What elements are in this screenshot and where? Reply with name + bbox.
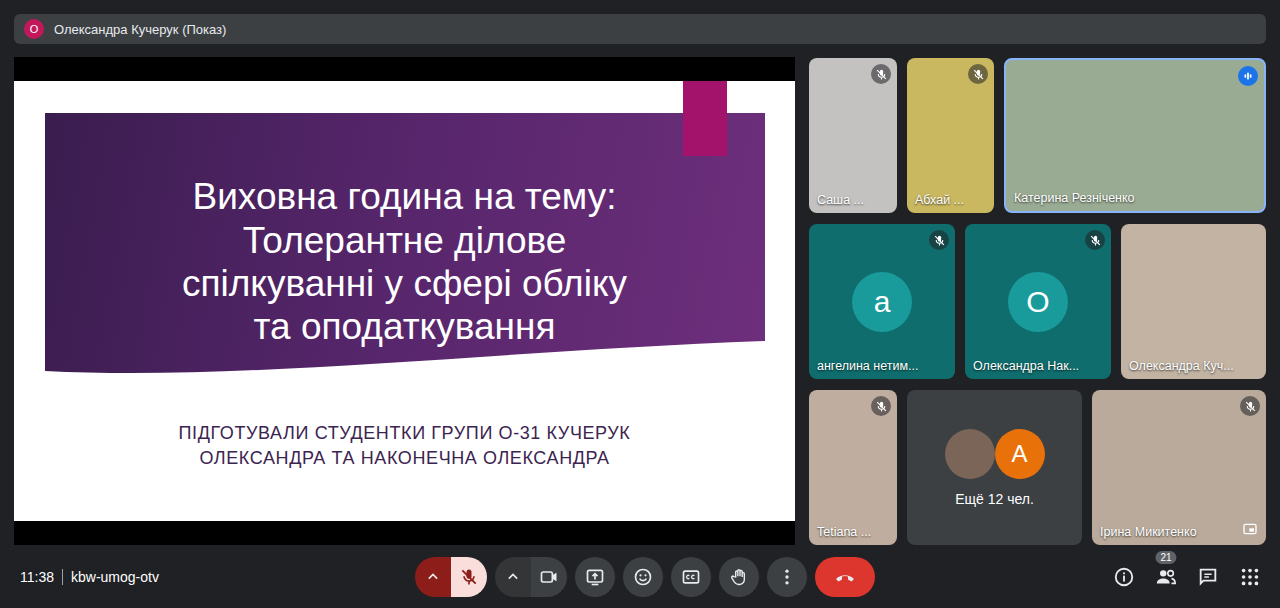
present-button[interactable] [575, 557, 615, 597]
meeting-info: 11:38 kbw-umog-otv [20, 569, 415, 585]
info-button[interactable] [1112, 565, 1136, 589]
mic-off-icon [459, 567, 479, 587]
more-label: Ещё 12 чел. [955, 491, 1034, 507]
chevron-up-icon [503, 567, 523, 587]
participant-name: Tetiana ... [817, 525, 871, 539]
slide-title-line: та оподаткування [254, 305, 556, 348]
muted-indicator [871, 64, 891, 84]
presenter-bar: О Олександра Кучерук (Показ) [14, 14, 1266, 44]
mic-off-icon [875, 400, 888, 413]
participant-tile[interactable]: а ангелина нетим... [809, 224, 955, 379]
participant-name: ангелина нетим... [817, 359, 918, 373]
participant-name: Ірина Микитенко [1100, 525, 1197, 539]
hand-button[interactable] [719, 557, 759, 597]
slide-title-line: спілкуванні у сфері обліку [182, 262, 627, 305]
participant-tile[interactable]: Катерина Резніченко [1004, 58, 1266, 213]
mic-off-icon [933, 234, 946, 247]
chat-icon [1197, 566, 1219, 588]
end-button[interactable] [815, 557, 875, 597]
more-avatars: А [945, 429, 1045, 479]
separator [62, 569, 63, 585]
end-icon [833, 565, 857, 589]
hand-icon [729, 567, 749, 587]
participant-grid: Саша ... Абхай ... Катерина Резніченко а анг… [809, 57, 1266, 545]
participant-photo [945, 429, 995, 479]
info-icon [1113, 566, 1135, 588]
participant-name: Олександра Куч... [1129, 359, 1234, 373]
participant-name: Саша ... [817, 193, 864, 207]
activities-icon [1239, 566, 1261, 588]
participant-tile[interactable]: А Ещё 12 чел. [907, 390, 1082, 545]
meeting-area: Виховна година на тему:Толерантне ділове… [14, 57, 1266, 545]
mic-control[interactable] [415, 557, 487, 597]
camera-control[interactable] [495, 557, 567, 597]
slide-title-line: Толерантне ділове [243, 219, 567, 262]
more-icon [777, 567, 797, 587]
people-icon [1155, 566, 1177, 588]
slide: Виховна година на тему:Толерантне ділове… [14, 81, 795, 521]
mic-off-icon [1089, 234, 1102, 247]
participant-tile[interactable]: Абхай ... [907, 58, 994, 213]
participant-tile[interactable]: О Олександра Нак... [965, 224, 1111, 379]
participant-tile[interactable]: Ірина Микитенко [1092, 390, 1266, 545]
reactions-icon [633, 567, 653, 587]
tile-row: Tetiana ... А Ещё 12 чел. Ірина Микитенко [809, 390, 1266, 545]
muted-indicator [1085, 230, 1105, 250]
speaking-indicator [1238, 66, 1258, 86]
meeting-time: 11:38 [20, 569, 54, 585]
more-participants: А Ещё 12 чел. [945, 429, 1045, 507]
camera-options-button[interactable] [495, 557, 531, 597]
tile-row: Саша ... Абхай ... Катерина Резніченко [809, 58, 1266, 213]
muted-indicator [1240, 396, 1260, 416]
muted-indicator [968, 64, 988, 84]
captions-button[interactable] [671, 557, 711, 597]
slide-title-line: Виховна година на тему: [193, 175, 617, 218]
reactions-button[interactable] [623, 557, 663, 597]
mic-options-button[interactable] [415, 557, 451, 597]
present-icon [585, 567, 605, 587]
presenter-avatar: О [24, 19, 44, 39]
chevron-up-icon [423, 567, 443, 587]
speaking-icon [1241, 69, 1255, 83]
presenter-label: Олександра Кучерук (Показ) [54, 22, 226, 37]
call-controls [415, 557, 875, 597]
presentation-stage: Виховна година на тему:Толерантне ділове… [14, 57, 795, 545]
slide-accent [683, 81, 727, 156]
participant-avatar: А [995, 429, 1045, 479]
more-button[interactable] [767, 557, 807, 597]
camera-button[interactable] [531, 557, 567, 597]
activities-button[interactable] [1238, 565, 1262, 589]
mic-button[interactable] [451, 557, 487, 597]
meeting-code[interactable]: kbw-umog-otv [71, 569, 159, 585]
slide-subtitle-line: ПІДГОТУВАЛИ СТУДЕНТКИ ГРУПИ О-31 КУЧЕРУК [179, 421, 631, 446]
side-controls: 21 [875, 565, 1270, 589]
camera-icon [539, 567, 559, 587]
mic-off-icon [875, 68, 888, 81]
people-button[interactable]: 21 [1154, 565, 1178, 589]
slide-subtitle-line: ОЛЕКСАНДРА ТА НАКОНЕЧНА ОЛЕКСАНДРА [199, 446, 609, 471]
slide-banner: Виховна година на тему:Толерантне ділове… [45, 113, 765, 381]
tile-row: а ангелина нетим... О Олександра Нак... Олек… [809, 224, 1266, 379]
participant-count: 21 [1155, 551, 1176, 564]
mic-off-icon [1244, 400, 1257, 413]
participant-name: Абхай ... [915, 193, 964, 207]
control-bar: 11:38 kbw-umog-otv 21 [0, 545, 1280, 608]
participant-avatar: а [852, 272, 912, 332]
captions-icon [681, 567, 701, 587]
pin-icon[interactable] [1242, 521, 1258, 537]
participant-name: Олександра Нак... [973, 359, 1079, 373]
participant-name: Катерина Резніченко [1014, 191, 1135, 205]
slide-subtitle: ПІДГОТУВАЛИ СТУДЕНТКИ ГРУПИ О-31 КУЧЕРУК… [179, 421, 631, 471]
chat-button[interactable] [1196, 565, 1220, 589]
participant-avatar: О [1008, 272, 1068, 332]
participant-tile[interactable]: Саша ... [809, 58, 897, 213]
participant-tile[interactable]: Tetiana ... [809, 390, 897, 545]
muted-indicator [929, 230, 949, 250]
mic-off-icon [972, 68, 985, 81]
participant-tile[interactable]: Олександра Куч... [1121, 224, 1266, 379]
muted-indicator [871, 396, 891, 416]
